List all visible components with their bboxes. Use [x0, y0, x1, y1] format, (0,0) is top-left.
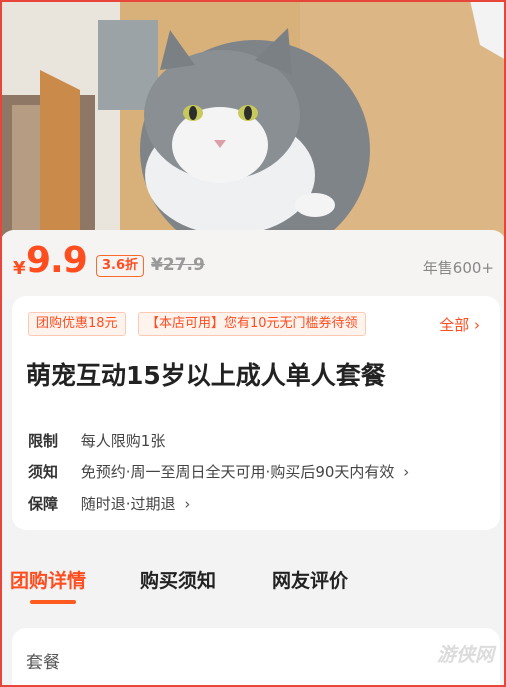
detail-tabs: 团购详情 购买须知 网友评价 — [0, 560, 506, 608]
chevron-right-icon: › — [403, 463, 410, 481]
active-tab-indicator — [30, 600, 76, 604]
limit-row: 限制 每人限购1张 — [28, 430, 165, 451]
all-coupons-link[interactable]: 全部 › — [439, 314, 480, 335]
guarantee-value: 随时退·过期退 — [80, 495, 176, 513]
tab-reviews[interactable]: 网友评价 — [272, 566, 348, 593]
annual-sales: 年售600+ — [422, 259, 494, 277]
product-title: 萌宠互动15岁以上成人单人套餐 — [26, 361, 386, 390]
store-coupon[interactable]: 【本店可用】您有10元无门槛券待领 — [138, 312, 366, 336]
guarantee-label: 保障 — [28, 495, 59, 513]
group-discount-coupon[interactable]: 团购优惠18元 — [28, 312, 126, 336]
limit-value: 每人限购1张 — [80, 432, 166, 450]
currency-symbol: ¥ — [13, 258, 26, 279]
price-strip: ¥ 9.9 3.6折 ¥27.9 年售600+ — [0, 230, 506, 300]
notice-label: 须知 — [28, 463, 59, 481]
notice-row[interactable]: 须知 免预约·周一至周日全天可用·购买后90天内有效 › — [28, 461, 409, 482]
package-label: 套餐 — [26, 653, 60, 673]
deal-info-card: 团购优惠18元 【本店可用】您有10元无门槛券待领 全部 › 萌宠互动15岁以上… — [12, 296, 500, 530]
chevron-right-icon: › — [184, 495, 191, 513]
limit-label: 限制 — [28, 432, 59, 450]
tab-group-details[interactable]: 团购详情 — [10, 566, 86, 593]
tab-purchase-notice[interactable]: 购买须知 — [140, 566, 216, 593]
guarantee-row[interactable]: 保障 随时退·过期退 › — [28, 493, 190, 514]
original-price: ¥27.9 — [151, 255, 205, 275]
sale-price: 9.9 — [26, 240, 88, 281]
cat-photo — [0, 0, 506, 248]
package-section: 套餐 — [12, 628, 500, 687]
discount-badge: 3.6折 — [96, 255, 145, 277]
notice-value: 免预约·周一至周日全天可用·购买后90天内有效 — [80, 463, 395, 481]
watermark-text: 游侠网 — [436, 644, 494, 666]
